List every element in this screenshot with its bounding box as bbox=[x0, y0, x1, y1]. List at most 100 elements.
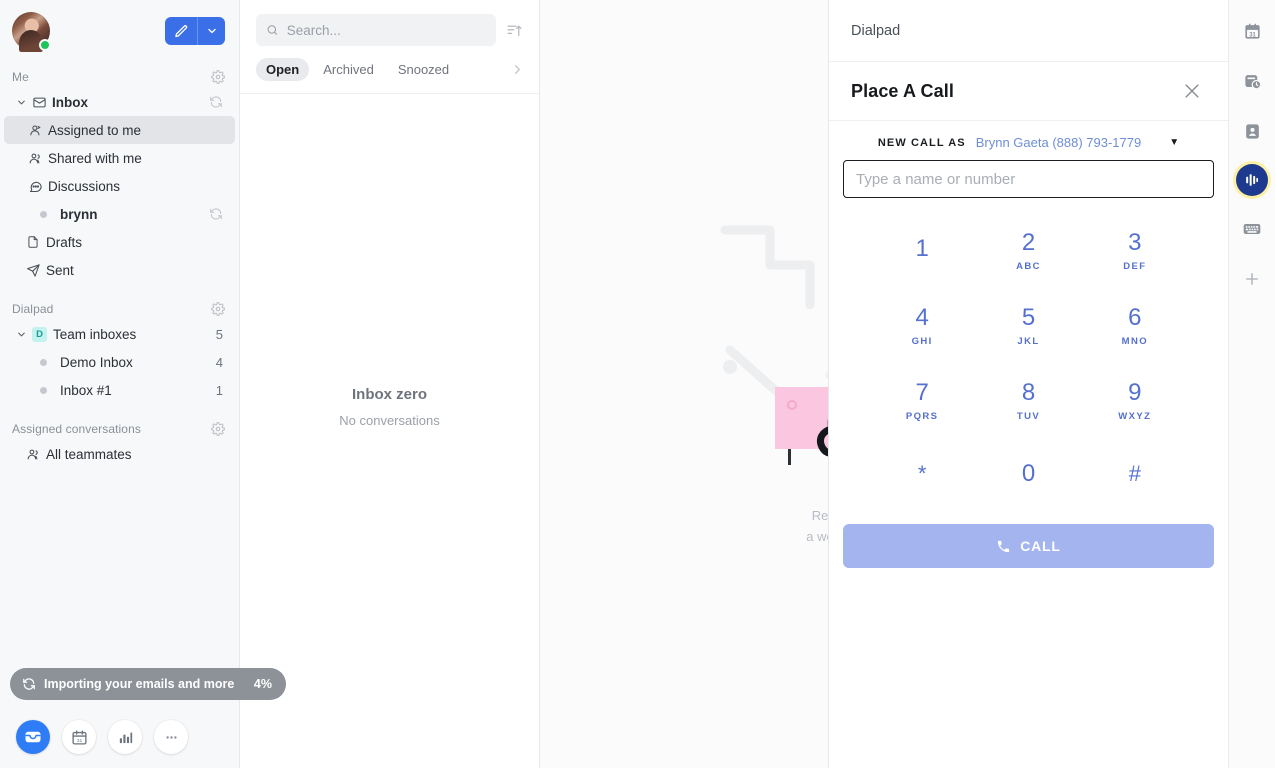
key-number: 4 bbox=[915, 304, 929, 331]
keyboard-icon bbox=[1243, 224, 1261, 234]
new-call-as-label: NEW CALL AS bbox=[877, 136, 966, 149]
status-online-indicator bbox=[39, 39, 51, 51]
search-box[interactable] bbox=[256, 14, 496, 46]
sidebar-item-demo-inbox[interactable]: Demo Inbox 4 bbox=[4, 348, 235, 376]
sidebar-item-label: Sent bbox=[46, 262, 74, 278]
toast-percent: 4% bbox=[253, 677, 272, 691]
key-7[interactable]: 7 PQRS bbox=[869, 364, 975, 439]
plus-icon bbox=[1246, 273, 1258, 285]
rail-recent-calls-button[interactable] bbox=[1235, 64, 1269, 98]
sidebar-item-label: Demo Inbox bbox=[60, 354, 133, 370]
compose-options-button[interactable] bbox=[197, 17, 225, 45]
sidebar-item-inbox[interactable]: Inbox bbox=[4, 88, 235, 116]
inbox-icon bbox=[32, 95, 52, 110]
sidebar-item-label: Drafts bbox=[46, 234, 83, 250]
chevron-down-icon[interactable] bbox=[16, 329, 30, 340]
compose-button[interactable] bbox=[165, 17, 197, 45]
sidebar-item-brynn[interactable]: brynn bbox=[4, 200, 235, 228]
gear-icon[interactable] bbox=[211, 70, 225, 84]
key-9[interactable]: 9 WXYZ bbox=[1082, 364, 1188, 439]
chevron-down-icon[interactable]: ▼ bbox=[1169, 137, 1179, 148]
sidebar-item-label: Shared with me bbox=[48, 150, 142, 166]
dialpad-panel: Dialpad Place A Call NEW CALL AS Brynn G… bbox=[828, 0, 1228, 768]
key-star[interactable]: * bbox=[869, 439, 975, 514]
call-button[interactable]: CALL bbox=[843, 524, 1214, 568]
call-button-label: CALL bbox=[1020, 538, 1061, 554]
dot-icon bbox=[40, 386, 60, 394]
key-5[interactable]: 5 JKL bbox=[975, 289, 1081, 364]
people-icon bbox=[26, 447, 46, 462]
key-8[interactable]: 8 TUV bbox=[975, 364, 1081, 439]
key-0[interactable]: 0 bbox=[975, 439, 1081, 514]
sidebar-item-label: Discussions bbox=[48, 178, 121, 194]
key-4[interactable]: 4 GHI bbox=[869, 289, 975, 364]
tab-snoozed[interactable]: Snoozed bbox=[388, 58, 459, 81]
key-3[interactable]: 3 DEF bbox=[1082, 214, 1188, 289]
sidebar-item-shared-with-me[interactable]: Shared with me bbox=[4, 144, 235, 172]
gear-icon[interactable] bbox=[211, 422, 225, 436]
rail-calendar-button[interactable]: 31 bbox=[1235, 14, 1269, 48]
sidebar-item-team-inboxes[interactable]: D Team inboxes 5 bbox=[4, 320, 235, 348]
dock-calendar-button[interactable]: 31 bbox=[62, 720, 96, 754]
svg-text:31: 31 bbox=[1249, 32, 1256, 38]
key-hash[interactable]: # bbox=[1082, 439, 1188, 514]
close-button[interactable] bbox=[1178, 77, 1206, 105]
avatar[interactable] bbox=[12, 12, 51, 51]
sort-button[interactable] bbox=[506, 22, 523, 39]
sync-icon bbox=[23, 678, 35, 690]
panel-title: Place A Call bbox=[851, 80, 954, 101]
number-input[interactable] bbox=[843, 160, 1214, 198]
search-input[interactable] bbox=[286, 22, 486, 38]
key-number: 1 bbox=[915, 234, 929, 262]
place-a-call-header: Place A Call bbox=[829, 62, 1228, 121]
key-letters: TUV bbox=[1016, 411, 1041, 422]
dock-inbox-button[interactable] bbox=[16, 720, 50, 754]
chevron-down-icon[interactable] bbox=[16, 97, 30, 108]
sidebar-item-drafts[interactable]: Drafts bbox=[4, 228, 235, 256]
new-call-as-selector[interactable]: NEW CALL AS Brynn Gaeta (888) 793-1779 ▼ bbox=[829, 121, 1228, 150]
sidebar-item-label: Inbox bbox=[52, 94, 88, 110]
key-number: 6 bbox=[1128, 304, 1142, 331]
rail-keyboard-button[interactable] bbox=[1235, 212, 1269, 246]
sidebar-header bbox=[0, 0, 239, 62]
search-row bbox=[240, 0, 539, 46]
dialpad-panel-header: Dialpad bbox=[829, 0, 1228, 62]
sidebar-item-assigned-to-me[interactable]: Assigned to me bbox=[4, 116, 235, 144]
item-count: 4 bbox=[215, 354, 223, 370]
gear-icon[interactable] bbox=[211, 302, 225, 316]
key-number: * bbox=[917, 460, 927, 486]
key-6[interactable]: 6 MNO bbox=[1082, 289, 1188, 364]
key-2[interactable]: 2 ABC bbox=[975, 214, 1081, 289]
key-number: 3 bbox=[1128, 229, 1142, 256]
key-number: 5 bbox=[1021, 304, 1036, 331]
close-icon bbox=[1185, 84, 1199, 98]
sync-icon[interactable] bbox=[209, 207, 223, 221]
call-button-wrap: CALL bbox=[829, 514, 1228, 568]
draft-document-icon bbox=[26, 235, 46, 249]
empty-state-title: Inbox zero bbox=[351, 386, 427, 403]
tabs-more-button[interactable] bbox=[510, 62, 525, 77]
key-letters: GHI bbox=[911, 336, 933, 347]
key-number: 9 bbox=[1128, 379, 1142, 406]
tab-archived[interactable]: Archived bbox=[313, 58, 384, 81]
sidebar-item-all-teammates[interactable]: All teammates bbox=[4, 440, 235, 468]
assigned-person-icon bbox=[28, 123, 48, 138]
tab-open[interactable]: Open bbox=[256, 58, 310, 81]
sidebar-item-sent[interactable]: Sent bbox=[4, 256, 235, 284]
dock-more-button[interactable] bbox=[154, 720, 188, 754]
sidebar-item-label: brynn bbox=[60, 206, 98, 222]
rail-contacts-button[interactable] bbox=[1235, 114, 1269, 148]
empty-state-subtitle: No conversations bbox=[339, 413, 440, 428]
key-letters: PQRS bbox=[905, 411, 939, 422]
rail-dialpad-button[interactable] bbox=[1236, 164, 1268, 196]
rail-add-app-button[interactable] bbox=[1235, 262, 1269, 296]
dock-analytics-button[interactable] bbox=[108, 720, 142, 754]
svg-text:31: 31 bbox=[76, 737, 82, 743]
sync-icon[interactable] bbox=[209, 95, 223, 109]
sidebar-item-inbox-1[interactable]: Inbox #1 1 bbox=[4, 376, 235, 404]
new-call-as-value: Brynn Gaeta (888) 793-1779 bbox=[975, 135, 1142, 150]
sidebar-item-discussions[interactable]: Discussions bbox=[4, 172, 235, 200]
import-progress-toast[interactable]: Importing your emails and more 4% bbox=[10, 668, 286, 700]
key-1[interactable]: 1 bbox=[869, 214, 975, 289]
pencil-icon bbox=[174, 24, 187, 37]
